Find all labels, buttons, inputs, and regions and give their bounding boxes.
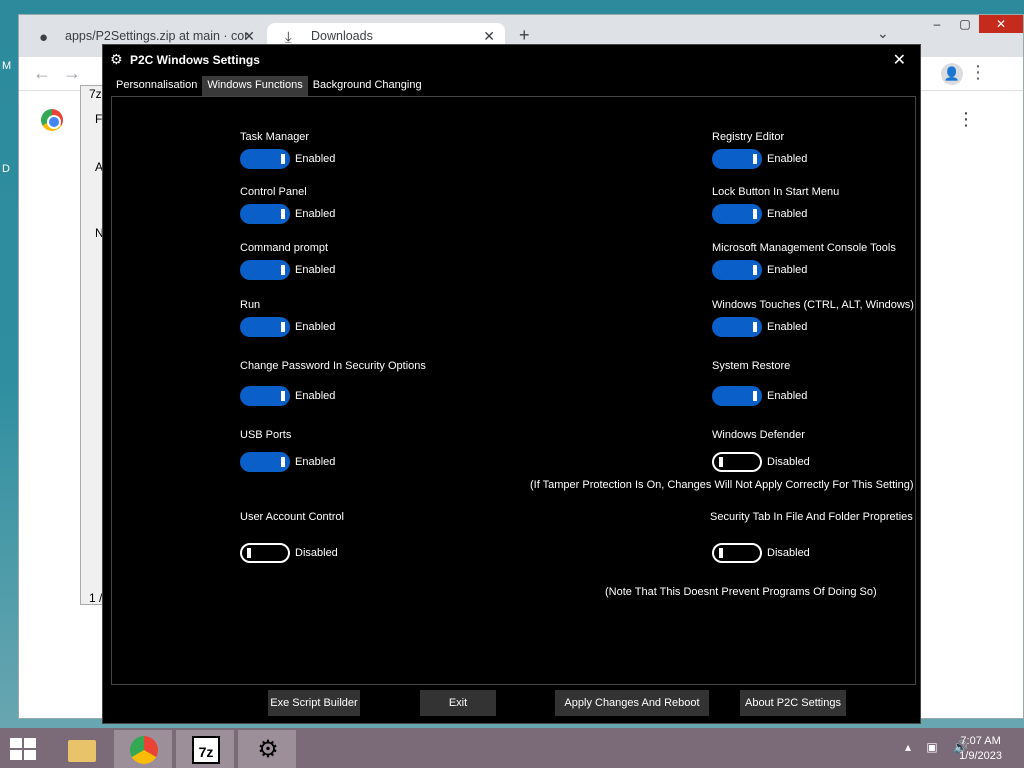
chrome-logo-icon: [41, 109, 63, 131]
start-button[interactable]: [10, 738, 38, 760]
exe-script-builder-button[interactable]: Exe Script Builder: [268, 690, 360, 716]
settings-gear-icon: ⚙: [110, 51, 123, 67]
clock-date: 1/9/2023: [959, 750, 1002, 762]
desktop-text: D: [2, 163, 10, 175]
toggle-mmc-tools[interactable]: [712, 260, 762, 280]
close-icon[interactable]: ✕: [893, 50, 906, 70]
apply-changes-button[interactable]: Apply Changes And Reboot: [555, 690, 709, 716]
toggle-state-label: Disabled: [295, 547, 338, 559]
toggle-security-tab[interactable]: [712, 543, 762, 563]
maximize-icon[interactable]: ▢: [951, 15, 979, 33]
toggle-task-manager[interactable]: [240, 149, 290, 169]
forward-icon[interactable]: →: [63, 63, 81, 84]
profile-icon[interactable]: 👤: [941, 63, 963, 85]
toggle-windows-defender[interactable]: [712, 452, 762, 472]
taskbar-file-explorer[interactable]: [52, 730, 110, 768]
tab-title: Downloads: [311, 29, 373, 43]
page-menu-icon[interactable]: ⋮: [957, 109, 975, 130]
toggle-state-label: Enabled: [295, 456, 336, 468]
window-title: P2C Windows Settings: [130, 53, 260, 67]
windows-logo-icon: [10, 738, 22, 748]
browser-window-controls: – ▢ ✕: [923, 15, 1023, 33]
windows-logo-icon: [24, 750, 36, 760]
windows-logo-icon: [10, 750, 22, 760]
settings-tabs: Personnalisation Windows Functions Backg…: [111, 76, 427, 96]
toggle-system-restore[interactable]: [712, 386, 762, 406]
toggle-usb-ports[interactable]: [240, 452, 290, 472]
toggle-command-prompt[interactable]: [240, 260, 290, 280]
taskbar-p2c-settings[interactable]: ⚙: [238, 730, 296, 768]
toggle-run[interactable]: [240, 317, 290, 337]
clock[interactable]: 7:07 AM 1/9/2023: [959, 734, 1002, 764]
sevenzip-label: 1 /: [89, 591, 103, 605]
defender-note: (If Tamper Protection Is On, Changes Wil…: [530, 479, 914, 491]
security-tab-note: (Note That This Doesnt Prevent Programs …: [605, 586, 877, 598]
toggle-state-label: Enabled: [767, 264, 808, 276]
toggle-state-label: Enabled: [295, 153, 336, 165]
back-icon[interactable]: ←: [33, 63, 51, 84]
setting-label-usb-ports: USB Ports: [240, 429, 292, 441]
setting-label-windows-touches: Windows Touches (CTRL, ALT, Windows): [712, 299, 914, 311]
github-icon: ●: [39, 29, 49, 46]
toggle-state-label: Enabled: [767, 390, 808, 402]
setting-label-lock-button: Lock Button In Start Menu: [712, 186, 840, 198]
taskbar-chrome[interactable]: [114, 730, 172, 768]
toggle-state-label: Enabled: [295, 264, 336, 276]
toggle-state-label: Enabled: [295, 390, 336, 402]
toggle-state-label: Enabled: [295, 208, 336, 220]
settings-gear-icon: ⚙: [257, 736, 279, 763]
setting-label-windows-defender: Windows Defender: [712, 429, 805, 441]
toggle-state-label: Enabled: [767, 153, 808, 165]
desktop-text: M: [2, 60, 12, 72]
tab-windows-functions[interactable]: Windows Functions: [202, 76, 308, 96]
menu-dots-icon[interactable]: ⋮: [969, 62, 987, 83]
setting-label-mmc-tools: Microsoft Management Console Tools: [712, 242, 896, 254]
tab-title: apps/P2Settings.zip at main · cor: [65, 29, 249, 43]
setting-label-registry-editor: Registry Editor: [712, 131, 785, 143]
setting-label-task-manager: Task Manager: [240, 131, 310, 143]
new-tab-button[interactable]: +: [519, 25, 530, 46]
close-tab-icon[interactable]: ✕: [243, 28, 255, 45]
windows-logo-icon: [24, 738, 36, 748]
toggle-user-account-control[interactable]: [240, 543, 290, 563]
clock-time: 7:07 AM: [960, 735, 1001, 747]
toggle-state-label: Disabled: [767, 547, 810, 559]
toggle-state-label: Disabled: [767, 456, 810, 468]
windows-functions-panel: Task Manager Enabled Control Panel Enabl…: [111, 96, 916, 685]
minimize-icon[interactable]: –: [923, 15, 951, 33]
setting-label-user-account-control: User Account Control: [240, 511, 344, 523]
taskbar-7zip[interactable]: 7z: [176, 730, 234, 768]
tab-background-changing[interactable]: Background Changing: [308, 76, 427, 96]
tab-personnalisation[interactable]: Personnalisation: [111, 76, 202, 96]
p2c-settings-window: ⚙ P2C Windows Settings ✕ Personnalisatio…: [102, 44, 921, 724]
close-tab-icon[interactable]: ✕: [483, 28, 495, 45]
app-titlebar: ⚙ P2C Windows Settings ✕: [103, 45, 920, 75]
setting-label-security-tab: Security Tab In File And Folder Propreti…: [710, 511, 913, 523]
close-icon[interactable]: ✕: [979, 15, 1023, 33]
toggle-lock-button[interactable]: [712, 204, 762, 224]
toggle-control-panel[interactable]: [240, 204, 290, 224]
toggle-state-label: Enabled: [295, 321, 336, 333]
toggle-change-password[interactable]: [240, 386, 290, 406]
7zip-icon: 7z: [192, 736, 220, 764]
setting-label-control-panel: Control Panel: [240, 186, 307, 198]
setting-label-command-prompt: Command prompt: [240, 242, 329, 254]
exit-button[interactable]: Exit: [420, 690, 496, 716]
setting-label-system-restore: System Restore: [712, 360, 791, 372]
toggle-registry-editor[interactable]: [712, 149, 762, 169]
tab-search-icon[interactable]: ⌄: [877, 25, 889, 42]
file-explorer-icon: [68, 740, 96, 762]
chrome-icon: [130, 736, 158, 764]
sevenzip-label: 7z: [89, 87, 102, 101]
toggle-windows-touches[interactable]: [712, 317, 762, 337]
toggle-state-label: Enabled: [767, 321, 808, 333]
setting-label-run: Run: [240, 299, 261, 311]
toggle-state-label: Enabled: [767, 208, 808, 220]
about-button[interactable]: About P2C Settings: [740, 690, 846, 716]
taskbar: 7z ⚙ ▴ ▣ 🔊 7:07 AM 1/9/2023: [0, 728, 1024, 768]
setting-label-change-password: Change Password In Security Options: [240, 360, 426, 372]
